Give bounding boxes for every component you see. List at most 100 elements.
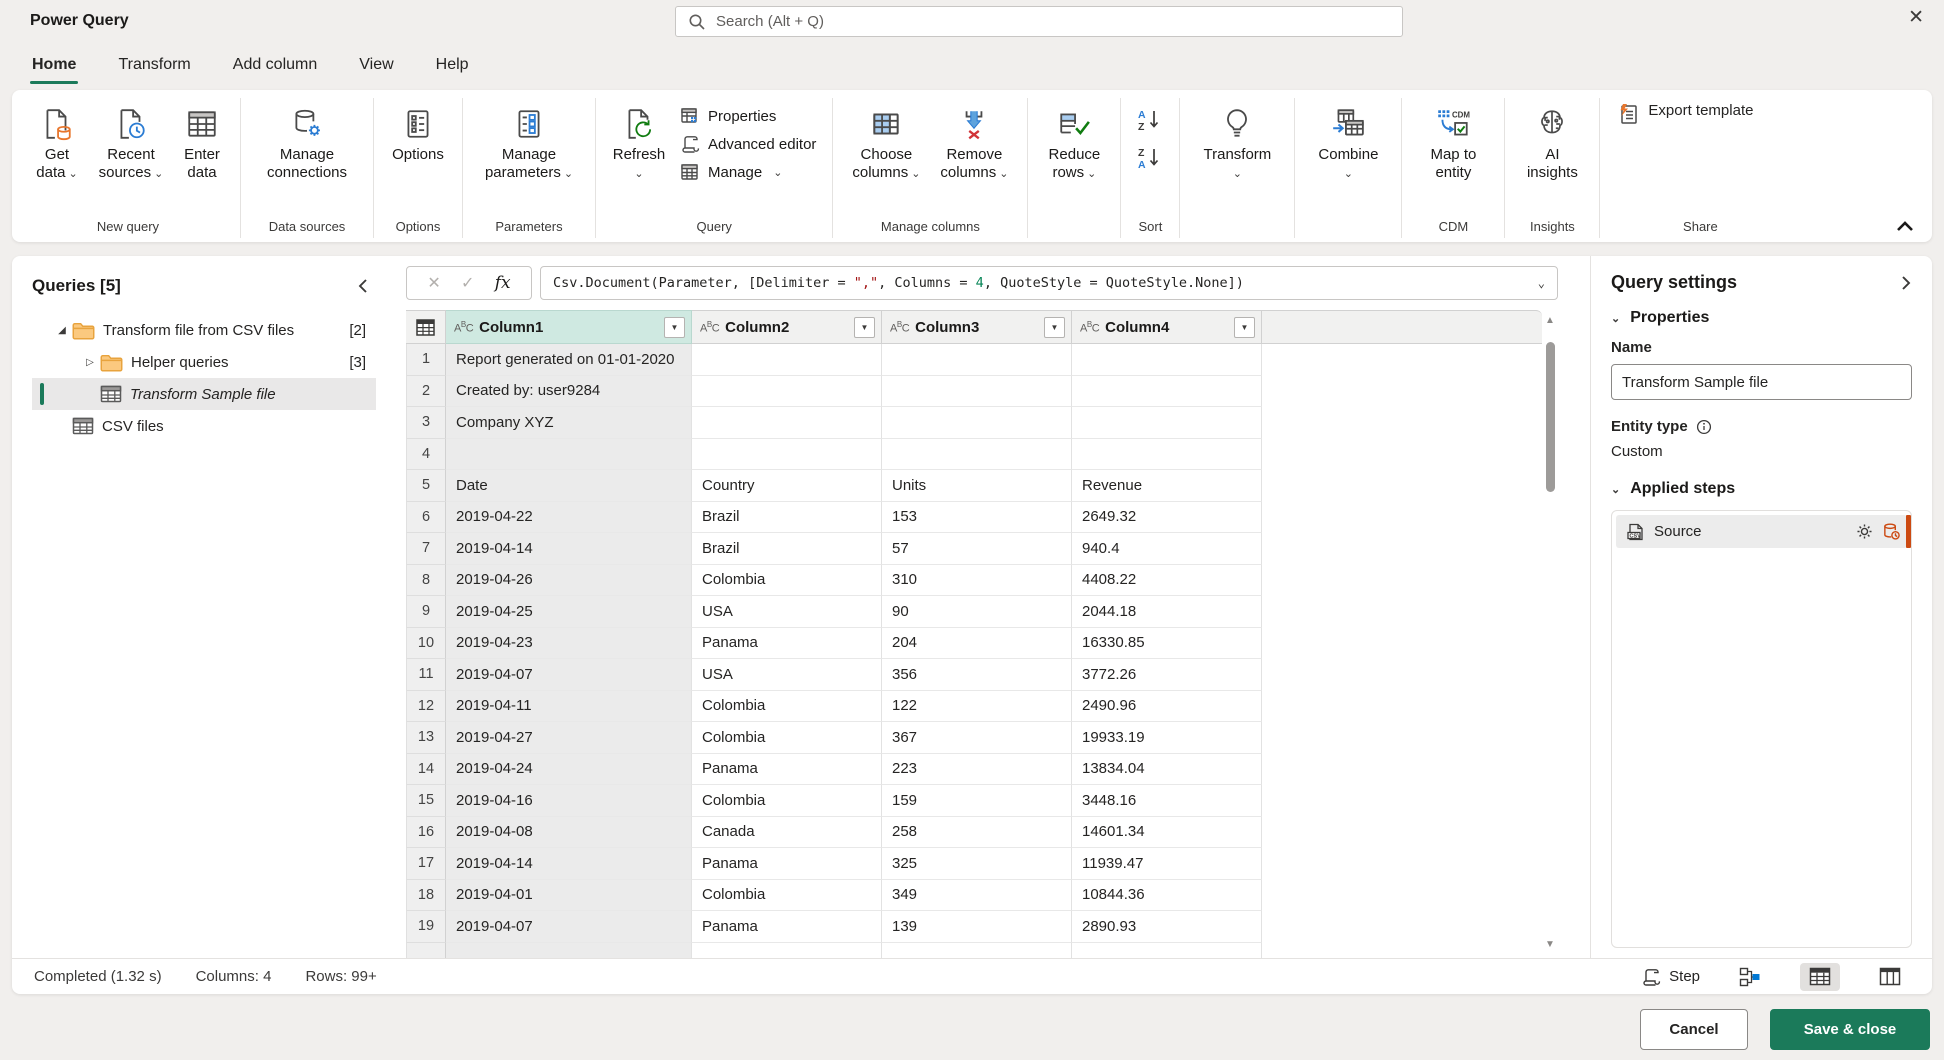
cell[interactable]: 2019-04-14	[446, 848, 692, 880]
cell[interactable]: Created by: user9284	[446, 376, 692, 408]
row-number[interactable]: 4	[406, 439, 446, 471]
close-icon[interactable]: ✕	[1908, 8, 1924, 27]
cell[interactable]: 356	[882, 659, 1072, 691]
properties-button[interactable]: Properties	[674, 104, 822, 128]
cell[interactable]: Panama	[692, 628, 882, 660]
row-number[interactable]: 13	[406, 722, 446, 754]
cell[interactable]: 14601.34	[1072, 817, 1262, 849]
cell[interactable]: 204	[882, 628, 1072, 660]
row-number[interactable]: 6	[406, 502, 446, 534]
cell[interactable]: Panama	[692, 754, 882, 786]
column-header-Column4[interactable]: ABCColumn4▼	[1072, 310, 1262, 344]
tab-view[interactable]: View	[357, 46, 395, 84]
vertical-scrollbar[interactable]: ▲ ▼	[1542, 310, 1558, 954]
cell[interactable]: 16330.85	[1072, 628, 1262, 660]
fx-icon[interactable]: fx	[495, 273, 511, 293]
cell[interactable]	[1072, 439, 1262, 471]
cell[interactable]: 2019-04-01	[446, 880, 692, 912]
cell[interactable]: 10844.36	[1072, 880, 1262, 912]
cell[interactable]: 2649.32	[1072, 502, 1262, 534]
cell[interactable]	[692, 344, 882, 376]
tab-help[interactable]: Help	[434, 46, 471, 84]
cell[interactable]: 159	[882, 785, 1072, 817]
refresh-button[interactable]: Refresh ⌄	[606, 98, 672, 184]
cell[interactable]: 325	[882, 848, 1072, 880]
reduce-rows-button[interactable]: Reduce rows⌄	[1038, 98, 1110, 187]
cell[interactable]: 2019-04-07	[446, 659, 692, 691]
collapse-queries-pane-button[interactable]	[357, 278, 368, 294]
cell[interactable]: 2019-04-26	[446, 565, 692, 597]
get-data-button[interactable]: Get data⌄	[26, 98, 88, 187]
row-number[interactable]: 17	[406, 848, 446, 880]
cell[interactable]	[1072, 407, 1262, 439]
cell[interactable]: 2019-04-08	[446, 817, 692, 849]
step-view-button[interactable]: Step	[1641, 967, 1700, 987]
cell[interactable]: 2019-04-24	[446, 754, 692, 786]
cell[interactable]: USA	[692, 659, 882, 691]
cell[interactable]: Colombia	[692, 722, 882, 754]
cell[interactable]	[446, 943, 692, 959]
cell[interactable]	[882, 407, 1072, 439]
cell[interactable]: 122	[882, 691, 1072, 723]
schema-view-button[interactable]	[1870, 963, 1910, 991]
row-number[interactable]: 14	[406, 754, 446, 786]
cell[interactable]: 349	[882, 880, 1072, 912]
cell[interactable]	[446, 439, 692, 471]
formula-expand-chevron-icon[interactable]: ⌄	[1528, 276, 1545, 290]
query-item-transform-sample-file[interactable]: Transform Sample file	[32, 378, 376, 410]
cell[interactable]: Units	[882, 470, 1072, 502]
properties-section-header[interactable]: ⌄ Properties	[1611, 309, 1912, 327]
save-and-close-button[interactable]: Save & close	[1770, 1009, 1930, 1050]
cell[interactable]	[692, 407, 882, 439]
scrollbar-thumb[interactable]	[1546, 342, 1555, 492]
scroll-up-icon[interactable]: ▲	[1545, 310, 1555, 330]
cell[interactable]: 57	[882, 533, 1072, 565]
cell[interactable]: Panama	[692, 911, 882, 943]
tab-add-column[interactable]: Add column	[231, 46, 320, 84]
search-input[interactable]	[716, 13, 1390, 30]
cell[interactable]: Brazil	[692, 502, 882, 534]
row-number[interactable]: 2	[406, 376, 446, 408]
sort-descending-button[interactable]: ZA	[1135, 144, 1165, 172]
cell[interactable]: USA	[692, 596, 882, 628]
manage-button[interactable]: Manage ⌄	[674, 160, 822, 184]
tree-expander-collapsed-icon[interactable]: ▷	[82, 357, 98, 368]
choose-columns-button[interactable]: Choose columns⌄	[843, 98, 929, 187]
formula-input[interactable]: Csv.Document(Parameter, [Delimiter = ","…	[540, 266, 1558, 300]
cell[interactable]	[692, 439, 882, 471]
cell[interactable]: Canada	[692, 817, 882, 849]
cell[interactable]	[1072, 943, 1262, 959]
manage-parameters-button[interactable]: Manage parameters⌄	[473, 98, 585, 187]
scroll-down-icon[interactable]: ▼	[1545, 934, 1555, 954]
query-group-transform-file-from-csv[interactable]: ◢ Transform file from CSV files [2]	[32, 314, 376, 346]
cell[interactable]: 2019-04-23	[446, 628, 692, 660]
row-number[interactable]: 16	[406, 817, 446, 849]
row-number[interactable]: 8	[406, 565, 446, 597]
cell[interactable]: 13834.04	[1072, 754, 1262, 786]
cell[interactable]: 2019-04-11	[446, 691, 692, 723]
cell[interactable]: 258	[882, 817, 1072, 849]
cell[interactable]: 2490.96	[1072, 691, 1262, 723]
cell[interactable]: 153	[882, 502, 1072, 534]
advanced-editor-button[interactable]: Advanced editor	[674, 132, 822, 156]
column-header-Column1[interactable]: ABCColumn1▼	[446, 310, 692, 344]
row-number[interactable]: 5	[406, 470, 446, 502]
query-name-input[interactable]	[1611, 364, 1912, 400]
cell[interactable]: 3772.26	[1072, 659, 1262, 691]
cancel-button[interactable]: Cancel	[1640, 1009, 1748, 1050]
step-source[interactable]: CSV Source	[1616, 515, 1907, 548]
cell[interactable]: 2019-04-07	[446, 911, 692, 943]
cell[interactable]: Company XYZ	[446, 407, 692, 439]
query-group-helper-queries[interactable]: ▷ Helper queries [3]	[32, 346, 376, 378]
search-box[interactable]	[675, 6, 1403, 37]
step-settings-gear-icon[interactable]	[1855, 522, 1874, 541]
cell[interactable]: 3448.16	[1072, 785, 1262, 817]
cell[interactable]: 940.4	[1072, 533, 1262, 565]
row-number[interactable]: 15	[406, 785, 446, 817]
row-number[interactable]	[406, 943, 446, 959]
options-button[interactable]: Options	[384, 98, 452, 168]
filter-dropdown-icon[interactable]: ▼	[1234, 317, 1255, 338]
cell[interactable]	[692, 376, 882, 408]
row-number[interactable]: 12	[406, 691, 446, 723]
diagram-view-button[interactable]	[1730, 963, 1770, 991]
